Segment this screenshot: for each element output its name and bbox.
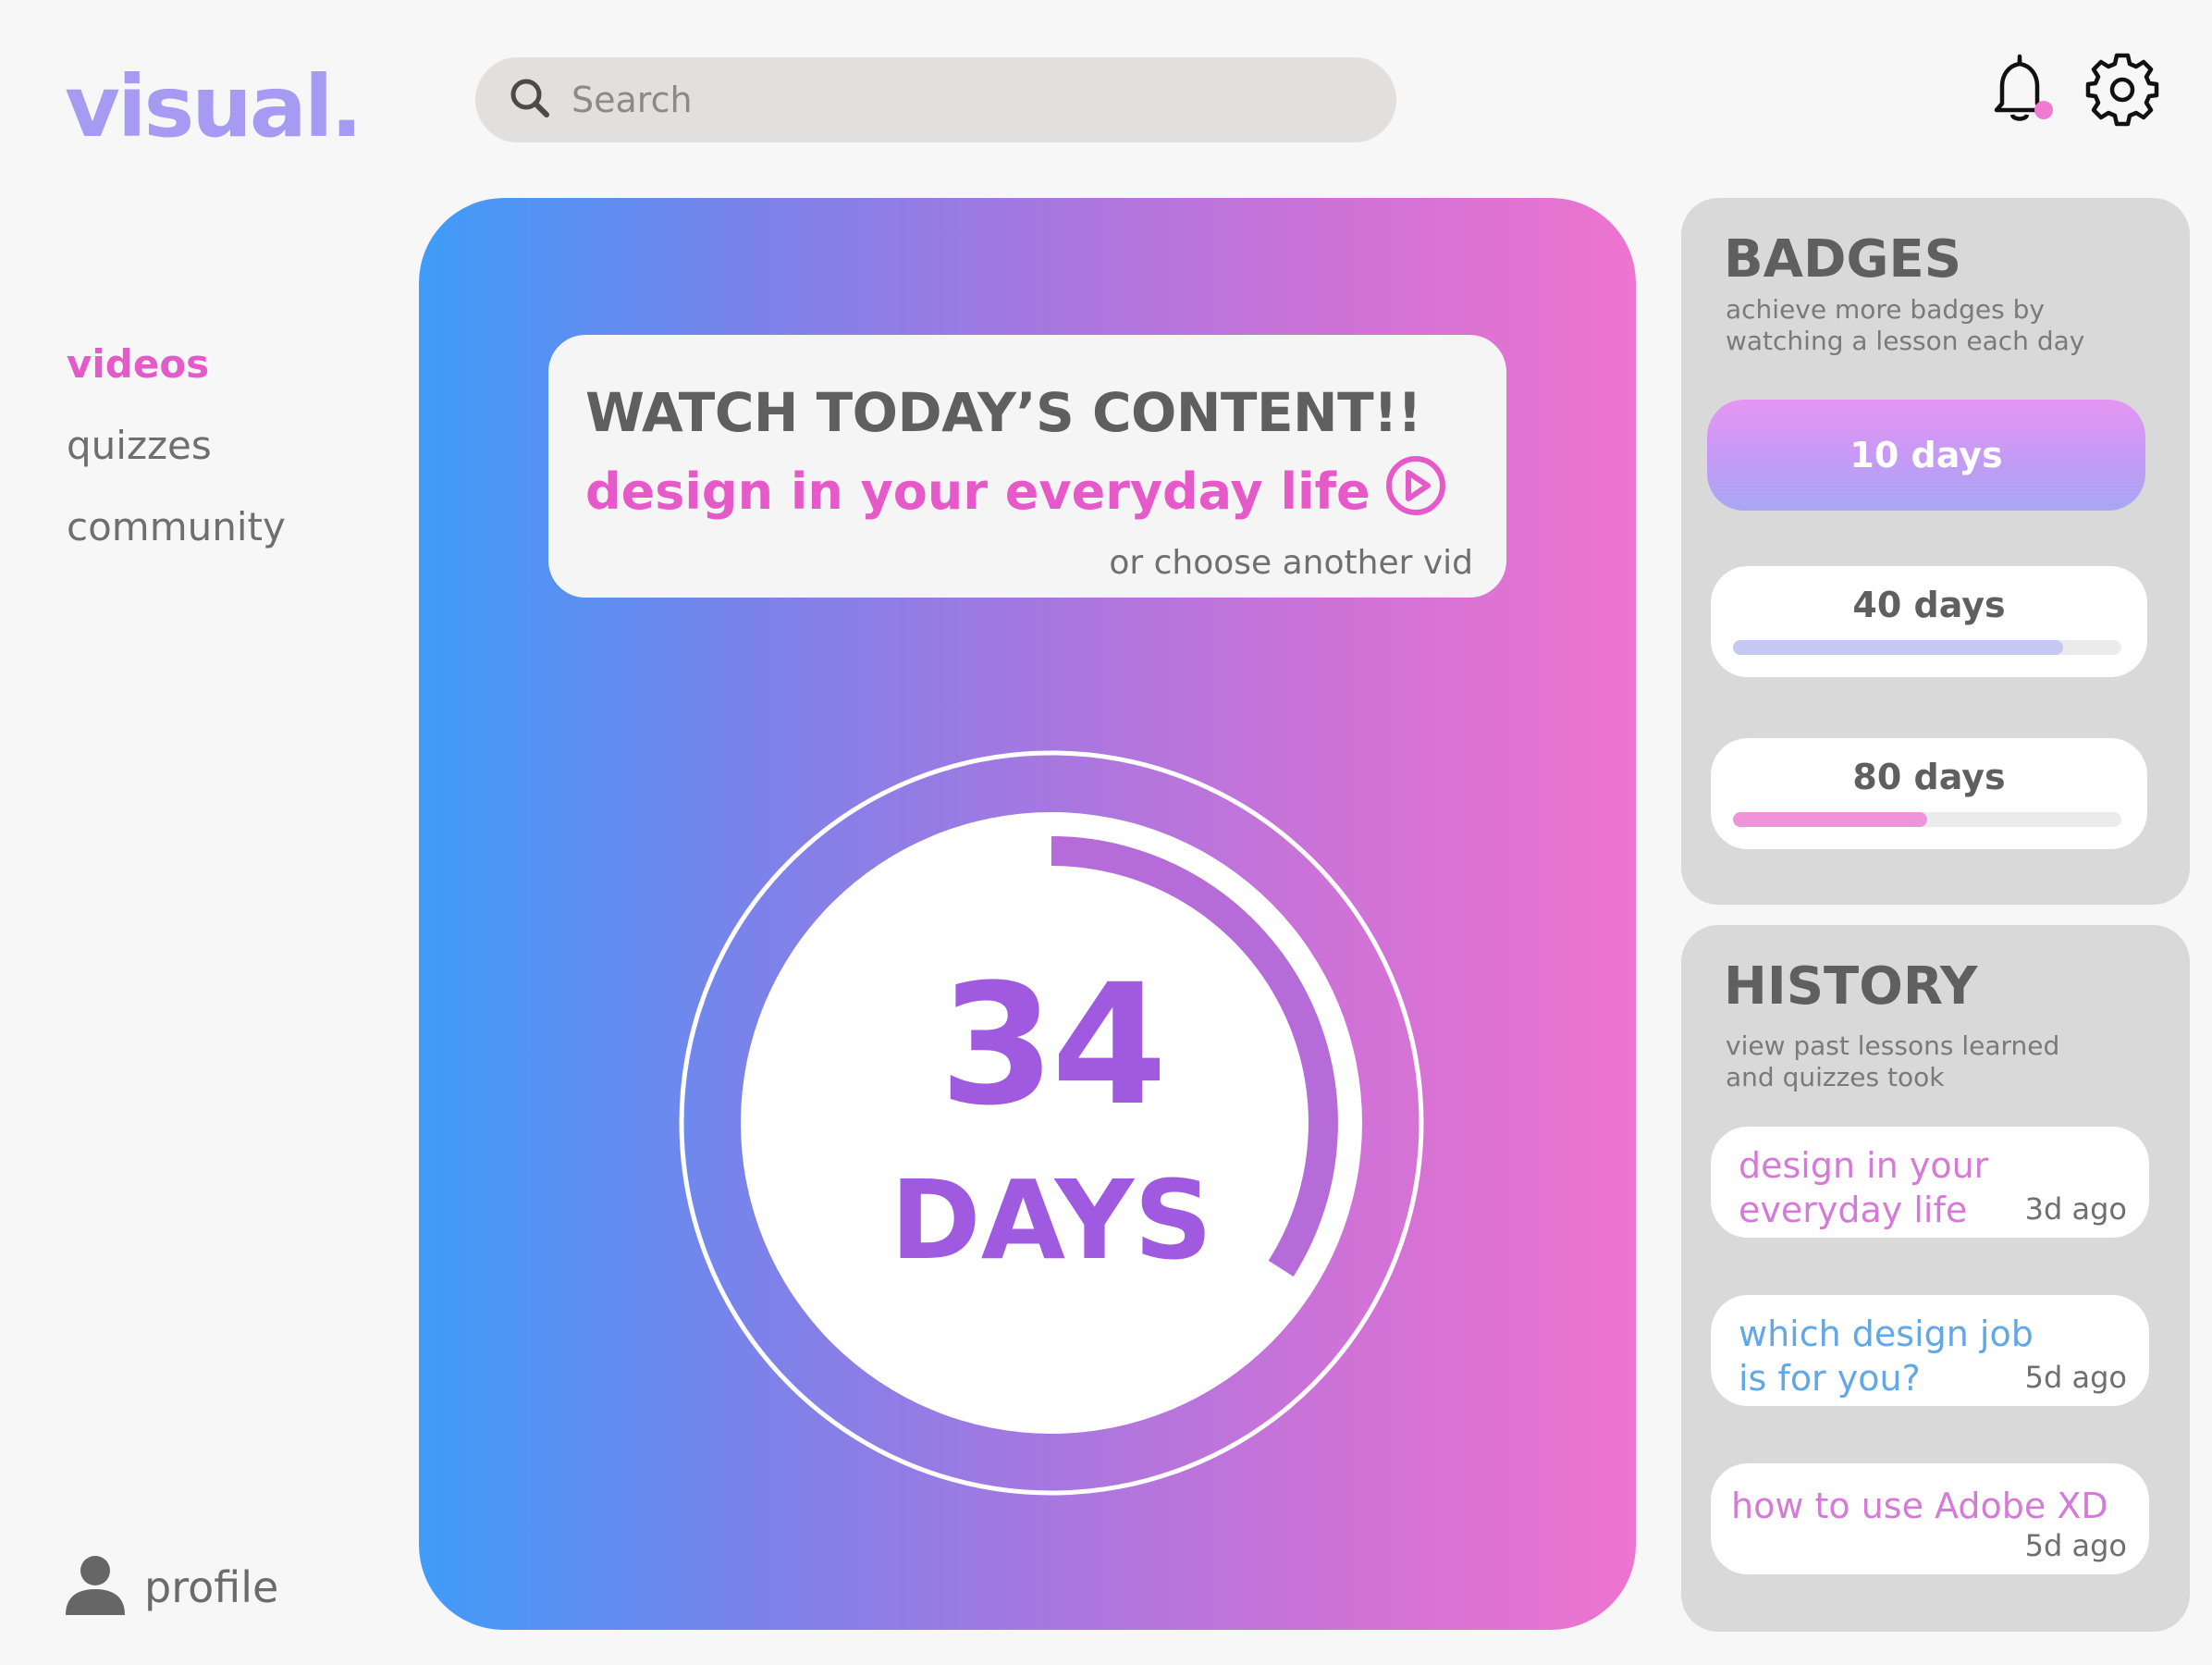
badges-title: BADGES — [1724, 229, 1962, 290]
history-item-title: design in your everyday life — [1739, 1145, 1989, 1230]
profile-link[interactable]: profile — [65, 1554, 278, 1621]
history-title: HISTORY — [1724, 956, 1978, 1017]
streak-ring: 34 DAYS — [678, 749, 1425, 1500]
badge-label: 40 days — [1852, 585, 2006, 625]
badge-progress-fill — [1733, 812, 1927, 827]
history-subtitle: view past lessons learned and quizzes to… — [1726, 1030, 2060, 1092]
history-item-time: 3d ago — [2024, 1191, 2127, 1227]
search-input[interactable] — [571, 80, 1330, 120]
badge-progress-track — [1733, 640, 2121, 655]
badges-panel: BADGES achieve more badges by watching a… — [1681, 198, 2190, 905]
gear-icon[interactable] — [2083, 50, 2162, 130]
play-circle-icon[interactable] — [1370, 455, 1446, 528]
history-item[interactable]: how to use Adobe XD 5d ago — [1711, 1463, 2149, 1574]
history-item-time: 5d ago — [2024, 1528, 2127, 1563]
todays-content-card: WATCH TODAY’S CONTENT!! design in your e… — [548, 335, 1506, 598]
badge-progress-track — [1733, 812, 2121, 827]
badge-80-days[interactable]: 80 days — [1711, 738, 2147, 849]
profile-label: profile — [144, 1562, 279, 1612]
history-item-title: how to use Adobe XD — [1731, 1486, 2108, 1526]
sidebar-nav: videos quizzes community — [67, 342, 286, 586]
person-icon — [65, 1554, 126, 1621]
search-bar[interactable] — [475, 57, 1396, 142]
history-item-title: which design job is for you? — [1739, 1314, 2034, 1399]
nav-item-videos[interactable]: videos — [67, 342, 286, 387]
badge-40-days[interactable]: 40 days — [1711, 566, 2147, 677]
todays-content-title: WATCH TODAY’S CONTENT!! — [585, 381, 1422, 444]
bell-icon[interactable] — [1990, 52, 2055, 128]
badge-progress-fill — [1733, 640, 2063, 655]
notification-dot — [2034, 101, 2053, 119]
todays-video-link[interactable]: design in your everyday life — [585, 455, 1446, 528]
search-icon — [509, 77, 551, 123]
app-logo[interactable]: visual. — [65, 57, 363, 156]
badge-label: 80 days — [1852, 757, 2006, 797]
history-item-time: 5d ago — [2024, 1360, 2127, 1395]
badges-subtitle: achieve more badges by watching a lesson… — [1726, 294, 2085, 356]
badge-10-days[interactable]: 10 days — [1707, 400, 2145, 511]
streak-unit: DAYS — [890, 1156, 1213, 1284]
history-item[interactable]: design in your everyday life 3d ago — [1711, 1127, 2149, 1238]
choose-another-video-link[interactable]: or choose another vid — [1109, 544, 1473, 582]
nav-item-community[interactable]: community — [67, 505, 286, 549]
history-panel: HISTORY view past lessons learned and qu… — [1681, 925, 2190, 1632]
history-item[interactable]: which design job is for you? 5d ago — [1711, 1295, 2149, 1406]
streak-card: WATCH TODAY’S CONTENT!! design in your e… — [419, 198, 1636, 1630]
streak-count: 34 — [939, 949, 1168, 1142]
nav-item-quizzes[interactable]: quizzes — [67, 424, 286, 468]
todays-video-title: design in your everyday life — [585, 462, 1370, 521]
